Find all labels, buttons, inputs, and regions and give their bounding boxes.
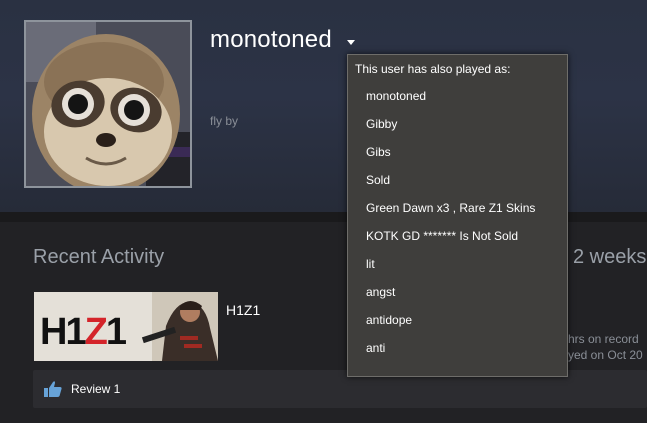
alias-item: Green Dawn x3 , Rare Z1 Skins (366, 201, 536, 215)
recent-activity-title: Recent Activity (33, 246, 165, 268)
game-logo: H1Z1 (40, 311, 129, 353)
alias-history-dropdown: This user has also played as: monotoned … (347, 54, 568, 377)
profile-username[interactable]: monotoned (210, 26, 332, 54)
game-capsule[interactable]: H1Z1 (34, 292, 218, 361)
alias-history-header: This user has also played as: (355, 62, 511, 76)
avatar[interactable] (24, 20, 192, 188)
profile-summary: fly by (210, 114, 239, 128)
alias-item: antidope (366, 313, 413, 327)
alias-item: lit (366, 257, 375, 271)
game-last-played: yed on Oct 20 (568, 348, 643, 362)
game-hours-on-record: hrs on record (568, 332, 639, 346)
alias-item: monotoned (366, 89, 427, 103)
alias-item: Gibby (366, 117, 398, 131)
review-label: Review 1 (71, 382, 121, 396)
game-logo-text: H1Z1 (40, 311, 127, 353)
avatar-image (26, 22, 190, 186)
recent-activity-hours: 2 weeks (573, 246, 647, 268)
caret-down-icon[interactable] (347, 40, 355, 45)
alias-item: angst (366, 285, 396, 299)
thumbs-up-icon (44, 381, 62, 397)
alias-item: Sold (366, 173, 391, 187)
alias-list: monotoned Gibby Gibs Sold Green Dawn x3 … (366, 89, 535, 369)
alias-item: KOTK GD ******* Is Not Sold (366, 229, 519, 243)
game-name[interactable]: H1Z1 (226, 302, 260, 318)
alias-item: anti (366, 341, 386, 355)
alias-item: Gibs (366, 145, 391, 159)
